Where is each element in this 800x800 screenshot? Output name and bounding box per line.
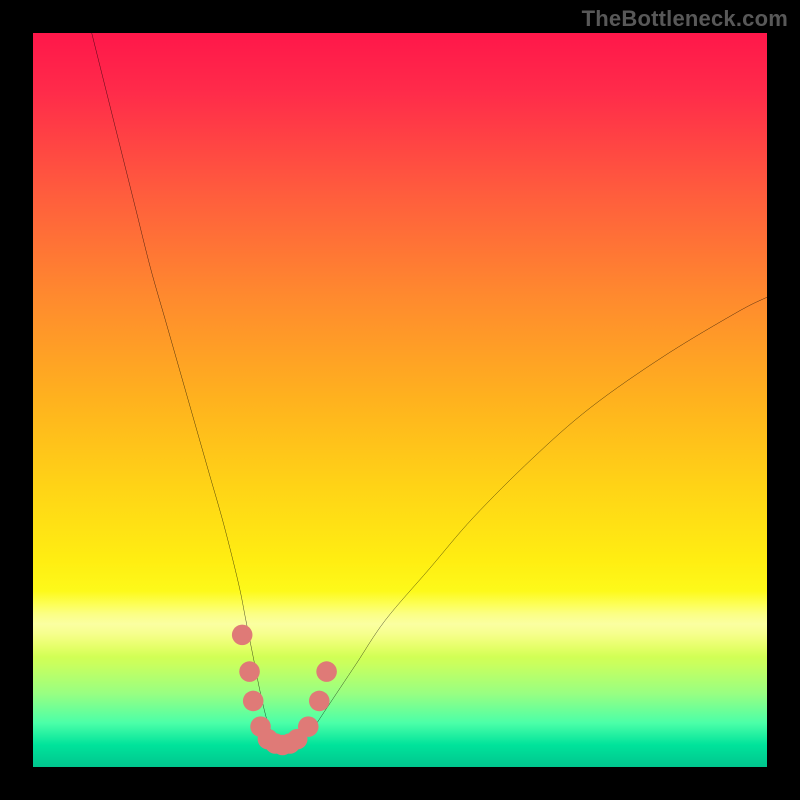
marker-dot	[309, 691, 330, 712]
marker-dot	[232, 625, 253, 646]
marker-dot	[239, 661, 260, 682]
marker-dot	[316, 661, 337, 682]
plot-area	[33, 33, 767, 767]
watermark-text: TheBottleneck.com	[582, 6, 788, 32]
marker-dot	[243, 691, 264, 712]
highlight-dots	[33, 33, 767, 767]
marker-dot	[298, 716, 319, 737]
chart-stage: TheBottleneck.com	[0, 0, 800, 800]
